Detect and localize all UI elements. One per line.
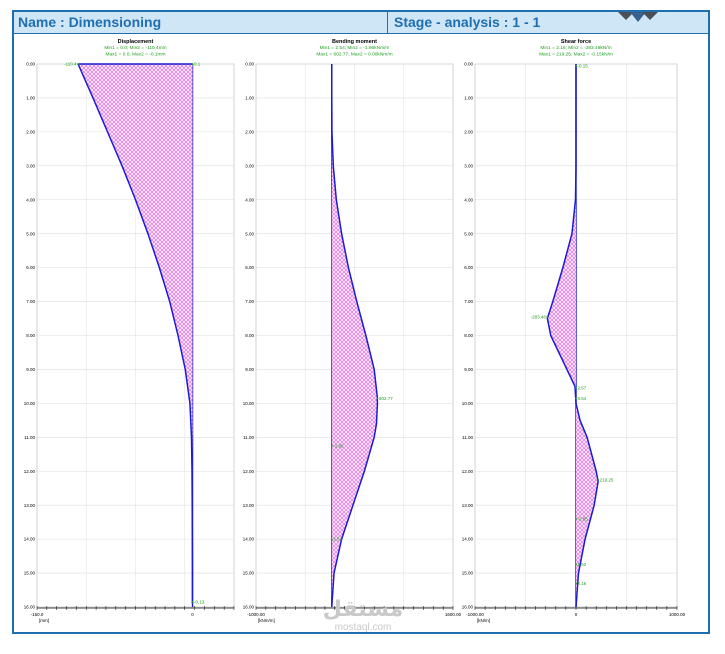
bending-moment-ytick-label: 2.00 [245, 129, 254, 134]
shear-force-data-label: 2.57 [578, 386, 587, 391]
bending-moment-ytick-label: 15.00 [243, 571, 255, 576]
shear-force-ytick-label: 2.00 [464, 129, 473, 134]
bending-moment-ytick-label: 14.00 [243, 537, 255, 542]
displacement-unit-label: [mm] [39, 618, 49, 623]
displacement-ytick-label: 15.00 [24, 571, 36, 576]
bending-moment-ytick-label: 0.00 [245, 62, 254, 67]
displacement-ytick-label: 2.00 [26, 129, 35, 134]
displacement-ytick-label: 3.00 [26, 163, 35, 168]
bending-moment-ytick-label: 16.00 [243, 605, 255, 610]
shear-force-stats-1: Max1 = 219.25; Max2 = -0.15kN/m [539, 52, 613, 58]
shear-force-data-label: 1.52 [578, 562, 587, 567]
bending-moment-xtick-label: -1000.00 [247, 612, 265, 617]
bending-moment-ytick-label: 7.00 [245, 299, 254, 304]
shear-force-xtick-label: 1000.00 [669, 612, 686, 617]
bending-moment-ytick-label: 10.00 [243, 401, 255, 406]
shear-force-ytick-label: 7.00 [464, 299, 473, 304]
displacement-data-label: -0.13 [194, 600, 205, 605]
bending-moment-ytick-label: 11.00 [243, 435, 254, 440]
watermark: مستقل mostaql.com [318, 598, 408, 638]
shear-force-data-label: -0.15 [578, 63, 589, 68]
bending-moment-stats-1: Max1 = 602.77; Max2 = 0.00kNm/m [316, 52, 392, 58]
shear-force-ytick-label: 15.00 [462, 571, 474, 576]
displacement-data-label: -110.4 [64, 62, 77, 67]
bending-moment-ytick-label: 13.00 [243, 503, 255, 508]
bending-moment-ytick-label: 3.00 [245, 163, 254, 168]
bending-moment-xtick-label: 1600.00 [445, 612, 462, 617]
displacement-ytick-label: 10.00 [24, 401, 36, 406]
shear-force-ytick-label: 9.00 [464, 367, 473, 372]
shear-force-ytick-label: 16.00 [462, 605, 474, 610]
shear-force-xtick-label: -1000.00 [466, 612, 484, 617]
shear-force-data-label: 2.16 [578, 581, 587, 586]
shear-force-ytick-label: 8.00 [464, 333, 473, 338]
bending-moment-ytick-label: 9.00 [245, 367, 254, 372]
bending-moment-ytick-label: 6.00 [245, 265, 254, 270]
displacement-ytick-label: 6.00 [26, 265, 35, 270]
displacement-ytick-label: 16.00 [24, 605, 36, 610]
displacement-stats-0: Min1 = 0.0; Min2 = -110.4mm [104, 45, 166, 51]
bending-moment-data-label: 2.54 [333, 537, 342, 542]
displacement-ytick-label: 9.00 [26, 367, 35, 372]
displacement-xtick-label: 0 [191, 612, 194, 617]
watermark-text: مستقل [322, 597, 404, 622]
shear-force-ytick-label: 13.00 [462, 503, 474, 508]
shear-force-ytick-label: 0.00 [464, 62, 473, 67]
bending-moment-ytick-label: 4.00 [245, 197, 254, 202]
displacement-xtick-label: -150.0 [31, 612, 44, 617]
displacement-ytick-label: 13.00 [24, 503, 36, 508]
shear-force-data-label: 219.25 [600, 477, 614, 482]
bending-moment-stats-0: Min1 = 2.54; Min2 = -1.95kNm/m [320, 45, 390, 51]
charts-area: DisplacementMin1 = 0.0; Min2 = -110.4mmM… [24, 39, 686, 623]
shear-force-data-label: 8.54 [578, 396, 587, 401]
displacement-ytick-label: 1.00 [26, 96, 35, 101]
shear-force-ytick-label: 5.00 [464, 231, 473, 236]
shear-force-ytick-label: 14.00 [462, 537, 474, 542]
shear-force-unit-label: [kN/m] [477, 618, 490, 623]
displacement-ytick-label: 12.00 [24, 469, 36, 474]
shear-force-ytick-label: 11.00 [462, 435, 473, 440]
shear-force-ytick-label: 4.00 [464, 197, 473, 202]
displacement-ytick-label: 14.00 [24, 537, 36, 542]
bending-moment-ytick-label: 1.00 [245, 96, 254, 101]
displacement-data-point [77, 63, 79, 65]
watermark-sub: mostaql.com [334, 622, 392, 633]
bending-moment-data-label: 602.77 [379, 396, 393, 401]
shear-force-ytick-label: 12.00 [462, 469, 474, 474]
shear-force-data-point [546, 315, 549, 318]
shear-force-title: Shear force [561, 39, 591, 45]
displacement-ytick-label: 11.00 [24, 435, 35, 440]
displacement-title: Displacement [118, 39, 154, 45]
bending-moment-ytick-label: 8.00 [245, 333, 254, 338]
bending-moment-unit-label: [kNm/m] [258, 618, 275, 623]
shear-force-ytick-label: 3.00 [464, 163, 473, 168]
shear-force-xtick-label: 0 [575, 612, 578, 617]
shear-force-ytick-label: 6.00 [464, 265, 473, 270]
shear-force-ytick-label: 10.00 [462, 401, 474, 406]
displacement-ytick-label: 8.00 [26, 333, 35, 338]
displacement-ytick-label: 7.00 [26, 299, 35, 304]
displacement-data-label: 0.1 [194, 62, 201, 67]
bending-moment-ytick-label: 5.00 [245, 231, 254, 236]
shear-force-ytick-label: 1.00 [464, 96, 473, 101]
bending-moment-data-label: -1.95 [333, 443, 344, 448]
shear-force-data-label: -2.85 [578, 516, 589, 521]
displacement-stats-1: Max1 = 0.0; Max2 = -0.1mm [106, 52, 166, 58]
shear-force-stats-0: Min1 = 2.16; Min2 = -283.48kN/m [540, 45, 611, 51]
displacement-ytick-label: 0.00 [26, 62, 35, 67]
bending-moment-ytick-label: 12.00 [243, 469, 255, 474]
bending-moment-title: Bending moment [332, 39, 377, 45]
shear-force-data-label: -283.48 [531, 314, 547, 319]
displacement-ytick-label: 4.00 [26, 197, 35, 202]
displacement-ytick-label: 5.00 [26, 231, 35, 236]
